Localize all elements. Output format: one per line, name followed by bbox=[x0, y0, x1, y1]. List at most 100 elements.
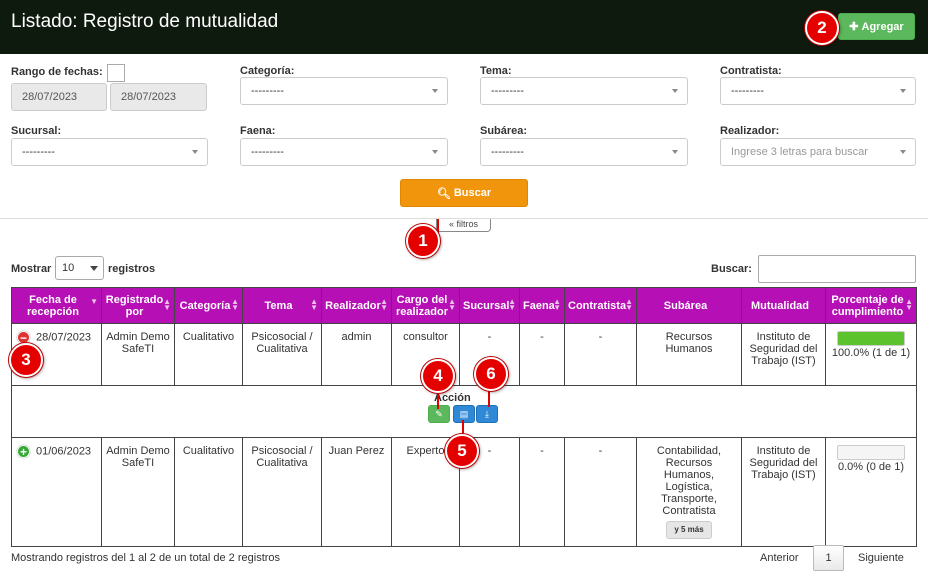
progress-bar bbox=[837, 331, 905, 346]
tema-label: Tema: bbox=[480, 65, 512, 77]
realizador-cell: Juan Perez bbox=[321, 437, 392, 547]
annotation-marker: 4 bbox=[421, 359, 455, 393]
caret-down-icon bbox=[672, 150, 678, 154]
annotation-marker: 6 bbox=[474, 357, 508, 391]
categoria-select[interactable]: --------- bbox=[240, 77, 448, 105]
search-button[interactable]: 🔍︎ Buscar bbox=[400, 179, 528, 207]
filters-toggle[interactable]: « filtros bbox=[436, 219, 491, 232]
sort-icon: ▲ ▼ bbox=[231, 297, 239, 312]
collapse-row-icon[interactable]: − bbox=[17, 331, 30, 345]
download-icon: ⤓ bbox=[485, 408, 489, 419]
page-length-select[interactable]: 10 bbox=[55, 256, 104, 280]
column-header-label: Mutualidad bbox=[750, 299, 810, 312]
edit-button[interactable]: ✎ bbox=[428, 405, 450, 423]
pencil-icon: ✎ bbox=[435, 408, 443, 419]
column-header-registrado[interactable]: Registrado por ▲ ▼ bbox=[101, 287, 175, 324]
column-header-contratista[interactable]: Contratista ▲ ▼ bbox=[564, 287, 637, 324]
categoria-cell: Cualitativo bbox=[174, 323, 243, 386]
caret-down-icon bbox=[432, 150, 438, 154]
pager-current[interactable]: 1 bbox=[813, 545, 844, 571]
date-range-checkbox[interactable] bbox=[107, 64, 125, 82]
sort-icon: ▲ ▼ bbox=[508, 297, 516, 312]
table-info: Mostrando registros del 1 al 2 de un tot… bbox=[11, 552, 281, 564]
categoria-cell: Cualitativo bbox=[174, 437, 243, 547]
caret-down-icon bbox=[192, 150, 198, 154]
registrado-cell: Admin Demo SafeTI bbox=[101, 437, 175, 547]
mutualidad-cell: Instituto de Seguridad del Trabajo (IST) bbox=[741, 437, 826, 547]
sort-icon: ▲ ▼ bbox=[448, 297, 456, 312]
sucursal-value: --------- bbox=[22, 146, 55, 158]
column-header-porcentaje[interactable]: Porcentaje de cumplimiento ▲ ▼ bbox=[825, 287, 917, 324]
column-header-label: Porcentaje de cumplimiento bbox=[831, 293, 904, 318]
fecha-value: 28/07/2023 bbox=[36, 331, 92, 344]
porcentaje-cell: 0.0% (0 de 1) bbox=[825, 437, 917, 547]
plus-icon: ✚ bbox=[849, 21, 859, 33]
sort-icon: ▲ ▼ bbox=[310, 297, 318, 312]
table-search-input[interactable] bbox=[758, 255, 916, 283]
expand-row-icon[interactable]: + bbox=[17, 445, 30, 459]
subarea-value: --------- bbox=[491, 146, 524, 158]
pager-previous[interactable]: Anterior bbox=[760, 545, 799, 571]
column-header-faena[interactable]: Faena ▲ ▼ bbox=[519, 287, 565, 324]
page-title: Listado: Registro de mutualidad bbox=[11, 11, 279, 32]
tema-cell: Psicosocial / Cualitativa bbox=[242, 437, 322, 547]
column-header-fecha[interactable]: Fecha de recepción ▼ bbox=[11, 287, 102, 324]
column-header-sucursal[interactable]: Sucursal ▲ ▼ bbox=[459, 287, 520, 324]
subarea-cell: Contabilidad, Recursos Humanos, Logístic… bbox=[636, 437, 742, 547]
caret-down-icon bbox=[672, 89, 678, 93]
add-button[interactable]: ✚ Agregar bbox=[838, 13, 915, 40]
sort-icon: ▲ ▼ bbox=[163, 297, 171, 312]
download-button[interactable]: ⤓ bbox=[476, 405, 498, 423]
realizador-cell: admin bbox=[321, 323, 392, 386]
column-header-label: Tema bbox=[264, 299, 293, 312]
chevron-up-icon: « bbox=[448, 219, 454, 229]
sort-icon: ▲ ▼ bbox=[625, 297, 633, 312]
contratista-cell: - bbox=[564, 437, 637, 547]
registrado-cell: Admin Demo SafeTI bbox=[101, 323, 175, 386]
table-row: −28/07/2023 Admin Demo SafeTI Cualitativ… bbox=[11, 323, 917, 386]
search-icon: 🔍︎ bbox=[436, 187, 451, 200]
filters-toggle-label: filtros bbox=[456, 219, 479, 229]
show-more-button[interactable]: y 5 más bbox=[666, 521, 712, 539]
records-label: registros bbox=[108, 263, 156, 275]
realizador-search-select[interactable]: Ingrese 3 letras para buscar bbox=[720, 138, 916, 166]
categoria-label: Categoría: bbox=[240, 65, 295, 77]
subarea-select[interactable]: --------- bbox=[480, 138, 688, 166]
column-header-label: Cargo del realizador bbox=[396, 293, 448, 318]
chevron-down-icon bbox=[90, 266, 98, 271]
column-header-mutualidad: Mutualidad bbox=[741, 287, 826, 324]
date-to-input[interactable]: 28/07/2023 bbox=[110, 83, 207, 111]
realizador-placeholder: Ingrese 3 letras para buscar bbox=[731, 146, 868, 158]
search-button-label: Buscar bbox=[453, 187, 492, 199]
pdf-button[interactable]: ▤ bbox=[453, 405, 475, 423]
tema-select[interactable]: --------- bbox=[480, 77, 688, 105]
tema-value: --------- bbox=[491, 85, 524, 97]
column-header-realizador[interactable]: Realizador ▲ ▼ bbox=[321, 287, 392, 324]
table-search-label: Buscar: bbox=[711, 263, 752, 275]
sucursal-label: Sucursal: bbox=[11, 125, 62, 137]
subarea-value: Contabilidad, Recursos Humanos, Logístic… bbox=[656, 445, 722, 517]
column-header-cargo[interactable]: Cargo del realizador ▲ ▼ bbox=[391, 287, 460, 324]
pager-next[interactable]: Siguiente bbox=[858, 545, 904, 571]
faena-label: Faena: bbox=[240, 125, 276, 137]
contratista-select[interactable]: --------- bbox=[720, 77, 916, 105]
caret-down-icon bbox=[900, 150, 906, 154]
caret-down-icon bbox=[432, 89, 438, 93]
date-from-input[interactable]: 28/07/2023 bbox=[11, 83, 107, 111]
date-range-label: Rango de fechas: bbox=[11, 66, 103, 78]
sucursal-select[interactable]: --------- bbox=[11, 138, 208, 166]
column-header-categoria[interactable]: Categoría ▲ ▼ bbox=[174, 287, 243, 324]
contratista-cell: - bbox=[564, 323, 637, 386]
contratista-value: --------- bbox=[731, 85, 764, 97]
progress-bar bbox=[837, 445, 905, 460]
add-button-label: Agregar bbox=[861, 20, 904, 33]
column-header-label: Categoría bbox=[179, 299, 231, 312]
progress-fill bbox=[838, 332, 904, 345]
column-header-label: Realizador bbox=[325, 299, 381, 312]
page-number[interactable]: 1 bbox=[813, 545, 844, 571]
column-header-label: Contratista bbox=[568, 299, 627, 312]
categoria-value: --------- bbox=[251, 85, 284, 97]
column-header-tema[interactable]: Tema ▲ ▼ bbox=[242, 287, 322, 324]
fecha-cell: +01/06/2023 bbox=[11, 437, 102, 547]
faena-select[interactable]: --------- bbox=[240, 138, 448, 166]
